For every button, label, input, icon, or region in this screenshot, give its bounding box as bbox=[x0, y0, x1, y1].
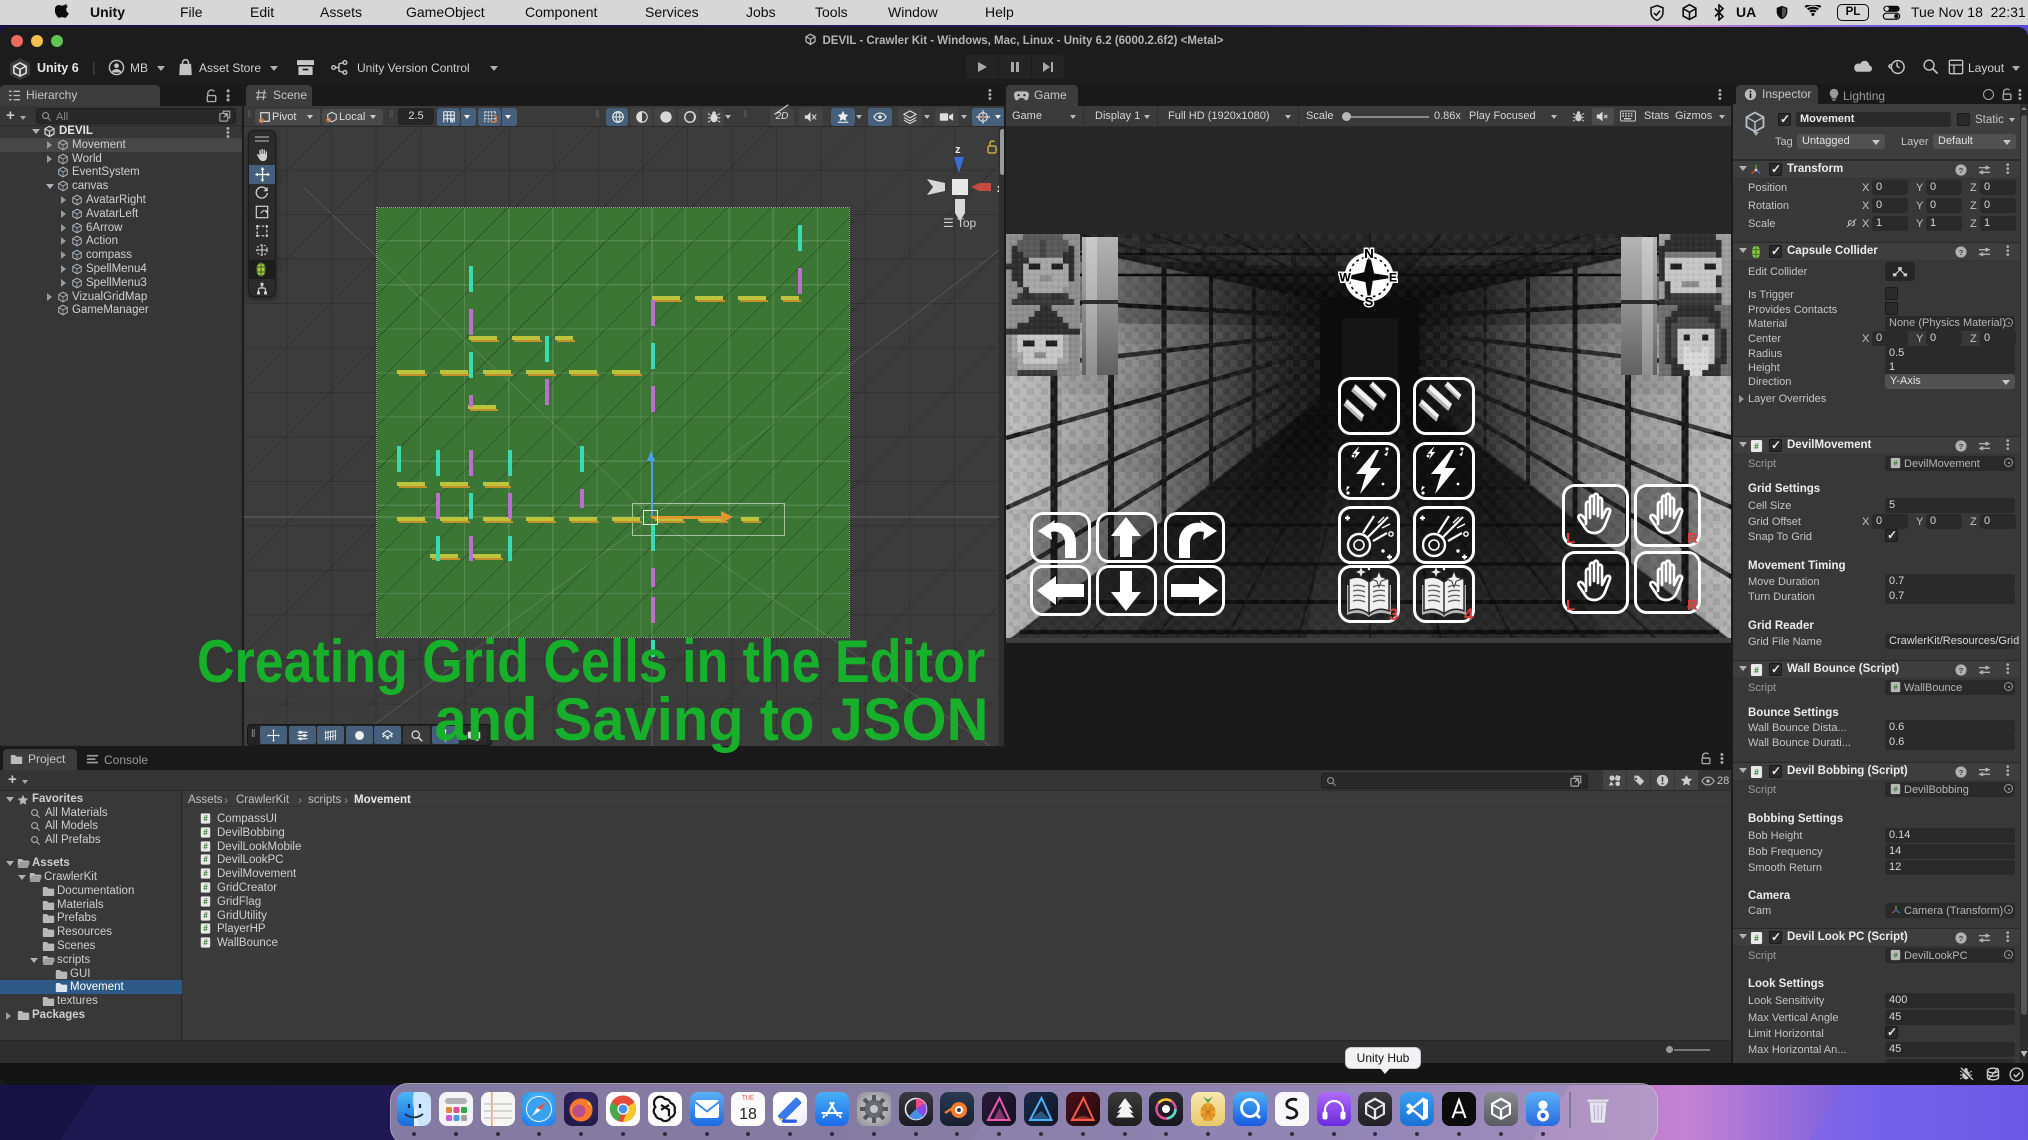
svg-text:W: W bbox=[1339, 271, 1351, 285]
svg-text:3: 3 bbox=[1389, 605, 1398, 623]
svg-text:#: # bbox=[203, 842, 208, 851]
svg-text:#: # bbox=[1754, 441, 1759, 451]
svg-text:#: # bbox=[1754, 933, 1759, 943]
svg-text:?: ? bbox=[1959, 248, 1964, 257]
svg-text:?: ? bbox=[1959, 166, 1964, 175]
svg-text:Y: Y bbox=[450, 118, 455, 124]
svg-text:#: # bbox=[203, 814, 208, 823]
svg-text:S: S bbox=[1365, 294, 1374, 308]
svg-text:#: # bbox=[1894, 787, 1898, 794]
svg-text:#: # bbox=[203, 883, 208, 892]
svg-text:#: # bbox=[1754, 767, 1759, 777]
svg-text:#: # bbox=[1894, 461, 1898, 468]
svg-text:#: # bbox=[203, 911, 208, 920]
svg-text:?: ? bbox=[1959, 768, 1964, 777]
svg-text:?: ? bbox=[1959, 666, 1964, 675]
svg-text:#: # bbox=[203, 869, 208, 878]
svg-text:?: ? bbox=[1959, 934, 1964, 943]
svg-text:4: 4 bbox=[1464, 605, 1474, 623]
svg-text:E: E bbox=[1389, 271, 1397, 285]
svg-text:L: L bbox=[1566, 530, 1575, 547]
svg-text:#: # bbox=[203, 856, 208, 865]
svg-text:#: # bbox=[1894, 953, 1898, 960]
svg-text:#: # bbox=[203, 938, 208, 947]
svg-text:R: R bbox=[1687, 530, 1698, 547]
svg-text:z: z bbox=[955, 144, 961, 156]
svg-text:#: # bbox=[203, 897, 208, 906]
svg-text:R: R bbox=[1687, 597, 1698, 614]
svg-text:#: # bbox=[1894, 685, 1898, 692]
svg-text:#: # bbox=[203, 925, 208, 934]
svg-text:?: ? bbox=[1959, 442, 1964, 451]
svg-text:L: L bbox=[1566, 597, 1575, 614]
svg-text:N: N bbox=[1364, 246, 1373, 261]
svg-text:#: # bbox=[1754, 665, 1759, 675]
svg-text:TUE: TUE bbox=[742, 1096, 754, 1102]
svg-text:#: # bbox=[203, 828, 208, 837]
svg-text:18: 18 bbox=[739, 1106, 757, 1123]
